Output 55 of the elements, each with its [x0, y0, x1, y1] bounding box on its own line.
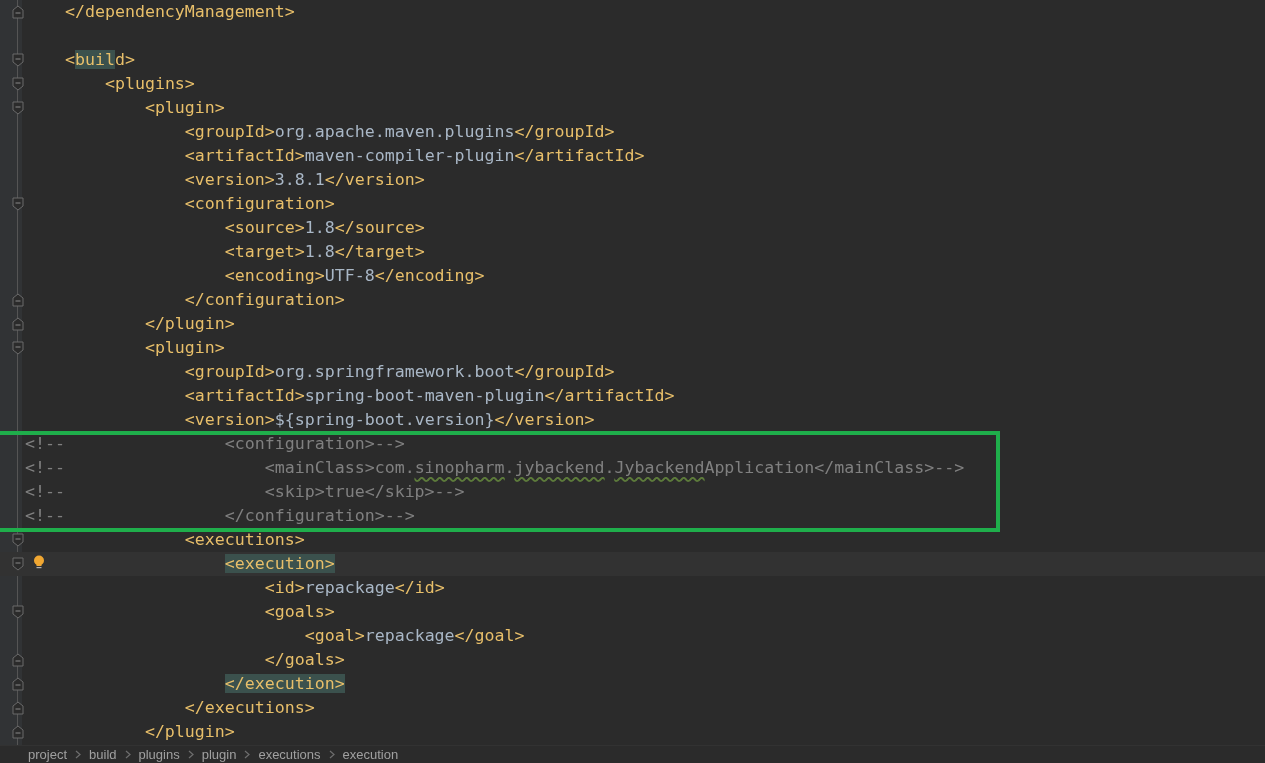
code-line: <plugin> — [143, 337, 225, 359]
fold-marker-icon[interactable] — [12, 197, 24, 211]
code-line: <configuration> — [183, 193, 335, 215]
code-line: <executions> — [183, 529, 305, 551]
code-line: </plugin> — [143, 313, 235, 335]
chevron-icon — [75, 750, 82, 759]
fold-marker-icon[interactable] — [12, 317, 24, 331]
code-line: <groupId>org.springframework.boot</groupId> — [183, 361, 615, 383]
fold-marker-icon[interactable] — [12, 533, 24, 547]
breadcrumb-item[interactable]: plugin — [201, 746, 237, 763]
code-line: <artifactId>spring-boot-maven-plugin</artifactId> — [183, 385, 675, 407]
fold-marker-icon[interactable] — [12, 725, 24, 739]
fold-marker-icon[interactable] — [12, 77, 24, 91]
code-line: </executions> — [183, 697, 315, 719]
fold-marker-icon[interactable] — [12, 53, 24, 67]
code-line: <artifactId>maven-compiler-plugin</artifactId> — [183, 145, 645, 167]
chevron-icon — [244, 750, 251, 759]
breadcrumb-item[interactable]: project — [28, 746, 68, 763]
breadcrumb-item[interactable]: executions — [258, 746, 321, 763]
fold-marker-icon[interactable] — [12, 653, 24, 667]
code-line: <goal>repackage</goal> — [303, 625, 525, 647]
fold-marker-icon[interactable] — [12, 101, 24, 115]
code-line: </plugin> — [143, 721, 235, 743]
fold-marker-icon[interactable] — [12, 701, 24, 715]
code-line: </goals> — [263, 649, 345, 671]
fold-marker-icon[interactable] — [12, 5, 24, 19]
code-line: <goals> — [263, 601, 335, 623]
fold-marker-icon[interactable] — [12, 293, 24, 307]
code-line: <target>1.8</target> — [223, 241, 425, 263]
code-line: <plugin> — [143, 97, 225, 119]
breadcrumb-item[interactable]: build — [89, 746, 117, 763]
code-line: <encoding>UTF-8</encoding> — [223, 265, 485, 287]
fold-marker-icon[interactable] — [12, 557, 24, 571]
fold-marker-icon[interactable] — [12, 677, 24, 691]
code-line: </dependencyManagement> — [63, 1, 295, 23]
chevron-icon — [328, 750, 335, 759]
code-line: <id>repackage</id> — [263, 577, 445, 599]
fold-marker-icon[interactable] — [12, 341, 24, 355]
code-line: <groupId>org.apache.maven.plugins</groupId> — [183, 121, 615, 143]
breadcrumb-item[interactable]: plugins — [138, 746, 180, 763]
code-line: </configuration> — [183, 289, 345, 311]
chevron-icon — [187, 750, 194, 759]
code-line: <source>1.8</source> — [223, 217, 425, 239]
code-line: <!-- <configuration>--> — [25, 433, 405, 455]
code-line: <build> — [63, 49, 135, 71]
code-line: <!-- <mainClass>com.sinopharm.jybackend.JybackendApplication</mainClass>--> — [25, 457, 965, 479]
lightbulb-icon[interactable] — [33, 555, 45, 570]
breadcrumb-item[interactable]: execution — [342, 746, 399, 763]
code-line: <version>${spring-boot.version}</version> — [183, 409, 595, 431]
chevron-icon — [124, 750, 131, 759]
code-line: <!-- <skip>true</skip>--> — [25, 481, 465, 503]
code-line: <version>3.8.1</version> — [183, 169, 425, 191]
code-line: <!-- </configuration>--> — [25, 505, 415, 527]
fold-marker-icon[interactable] — [12, 605, 24, 619]
code-line: <plugins> — [103, 73, 195, 95]
